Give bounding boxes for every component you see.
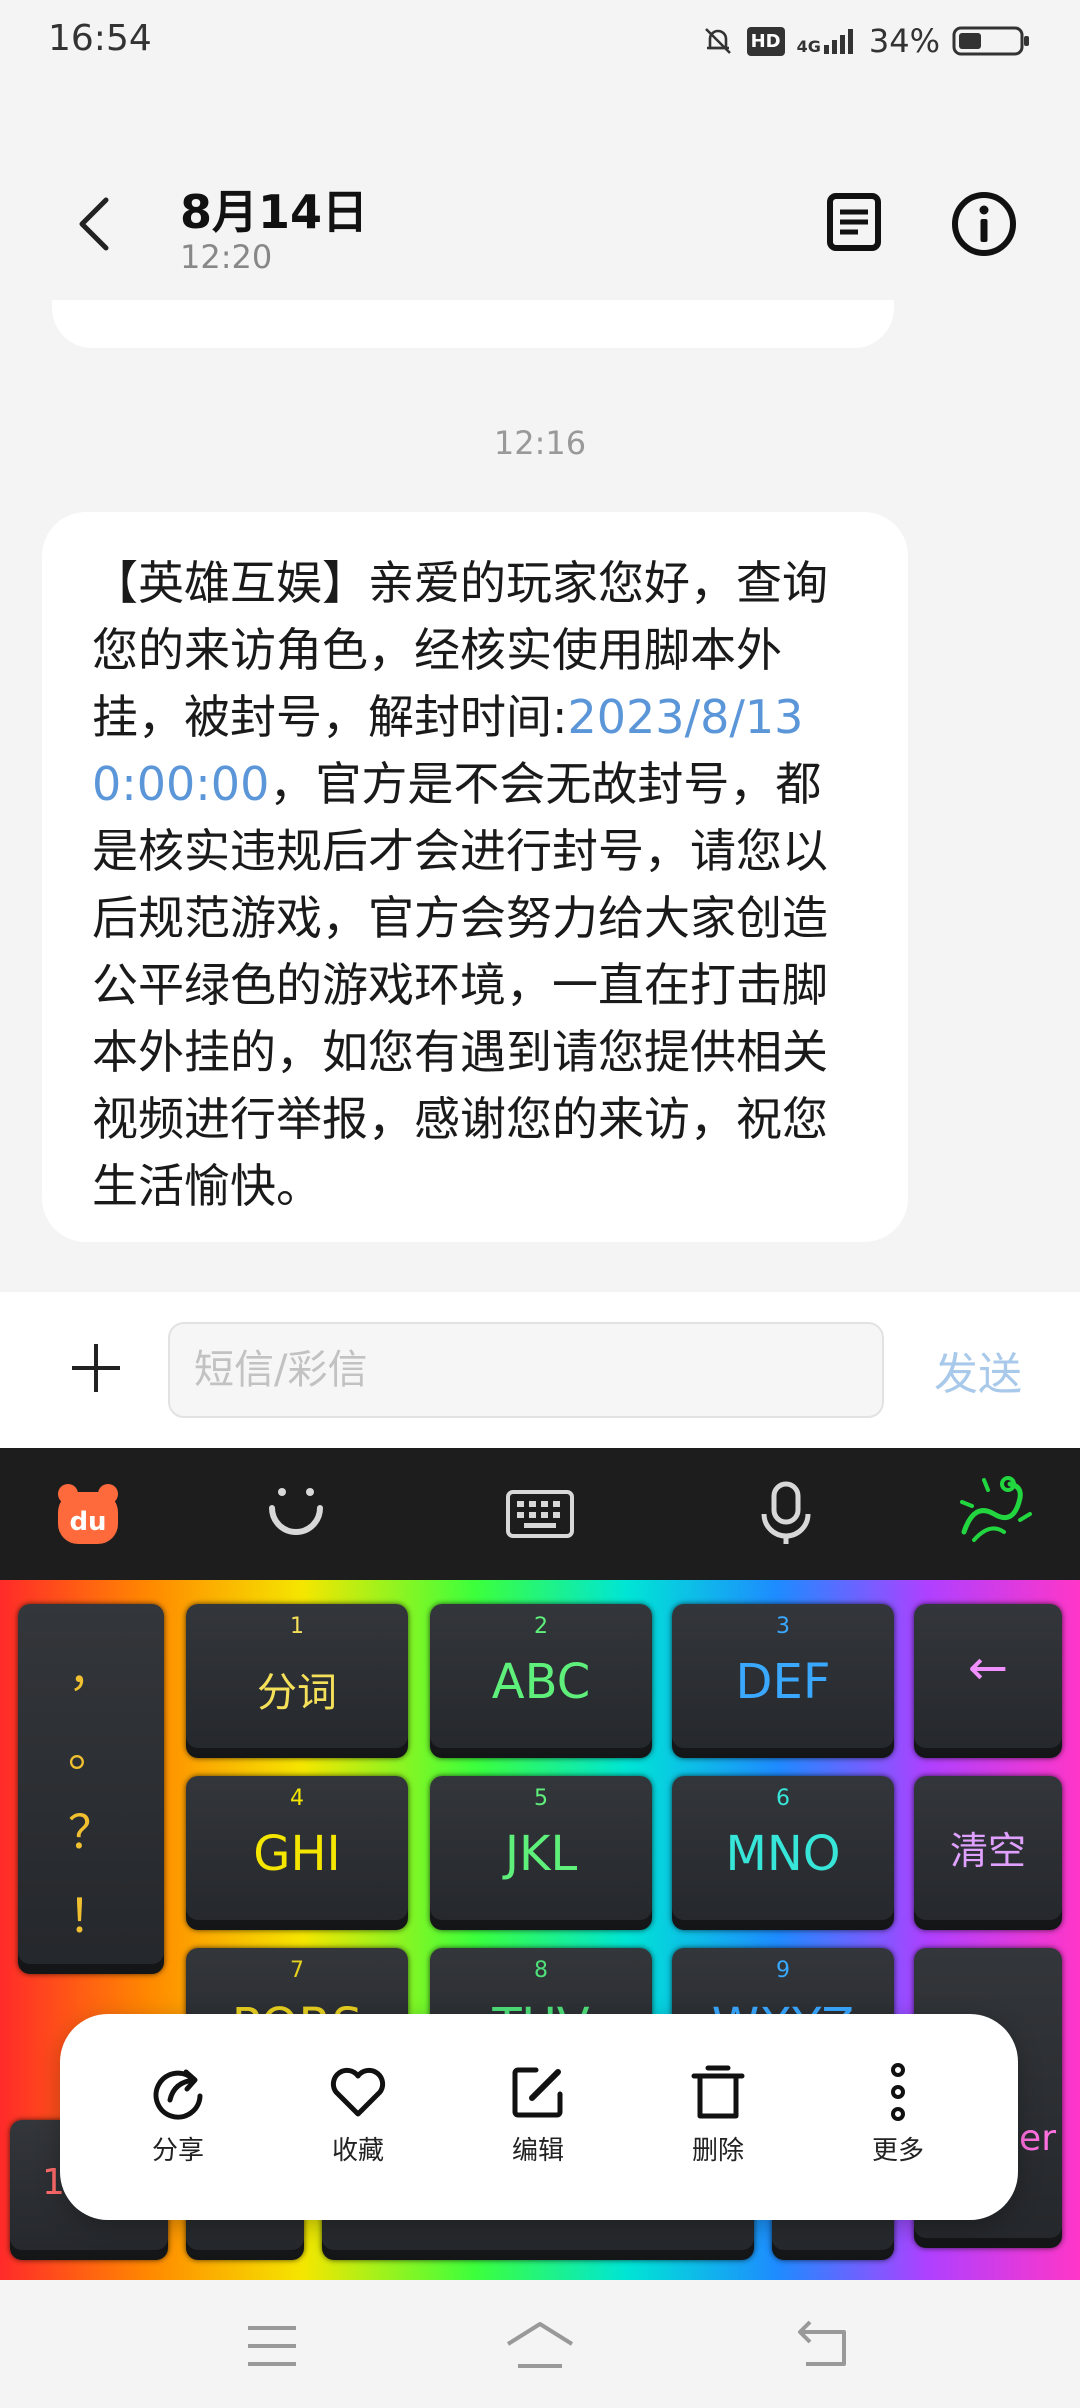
back-button[interactable] (70, 190, 122, 258)
heart-icon (330, 2067, 386, 2117)
edit-icon (512, 2067, 563, 2118)
favorite-label: 收藏 (331, 2136, 384, 2166)
message-timestamp: 12:16 (493, 424, 587, 462)
nav-home-button[interactable] (504, 2318, 576, 2374)
baidu-bear-icon: du (58, 1484, 118, 1544)
network-indicator: 4G (797, 27, 857, 55)
more-action[interactable]: 更多 (838, 2062, 958, 2167)
message-bubble[interactable]: 【英雄互娱】亲爱的玩家您好，查询您的来访角色，经核实使用脚本外挂，被封号，解封时… (42, 512, 908, 1242)
trash-icon (691, 2065, 745, 2119)
snake-logo-icon (960, 1476, 1032, 1542)
key-number: 2 (534, 1614, 548, 1639)
key-number: 8 (534, 1958, 548, 1983)
key-2[interactable]: 2 ABC (430, 1604, 652, 1758)
key-question[interactable]: ？ (18, 1796, 164, 1862)
svg-text:du: du (69, 1507, 106, 1537)
favorite-action[interactable]: 收藏 (298, 2062, 418, 2167)
key-6[interactable]: 6 MNO (672, 1776, 894, 1930)
previous-message-bubble (52, 300, 894, 348)
message-action-bar: 分享 收藏 编辑 删除 更多 (60, 2014, 1018, 2220)
key-number: 7 (290, 1958, 304, 1983)
key-label: DEF (735, 1654, 831, 1710)
key-5[interactable]: 5 JKL (430, 1776, 652, 1930)
battery-percent: 34% (868, 22, 940, 60)
emoji-icon (269, 1488, 323, 1535)
key-label: ABC (491, 1654, 591, 1710)
share-icon (153, 2069, 203, 2120)
key-number: 3 (776, 1614, 790, 1639)
document-icon (827, 193, 881, 251)
edit-action[interactable]: 编辑 (478, 2062, 598, 2167)
share-label: 分享 (151, 2136, 204, 2166)
backspace-icon: ← (967, 1640, 1009, 1696)
home-icon (506, 2322, 574, 2368)
network-type: 4G (796, 37, 821, 56)
status-bar: 16:54 HD 4G 34% (0, 0, 1080, 84)
conversation-subtitle: 12:20 (180, 238, 273, 276)
message-text-end: ，官方是不会无故封号，都是核实违规后才会进行封号，请您以后规范游戏，官方会努力给… (92, 757, 828, 1213)
info-button[interactable] (950, 190, 1018, 258)
key-label: MNO (725, 1826, 841, 1882)
status-time: 16:54 (48, 18, 152, 59)
return-icon (798, 2320, 846, 2366)
nav-back-button[interactable] (792, 2318, 856, 2374)
nav-menu-button[interactable] (240, 2318, 304, 2374)
key-label: GHI (253, 1826, 341, 1882)
clear-key[interactable]: 清空 (914, 1776, 1062, 1930)
key-number: 5 (534, 1786, 548, 1811)
key-label: JKL (504, 1826, 578, 1882)
more-icon (891, 2063, 905, 2121)
key-comma[interactable]: ， (18, 1634, 164, 1700)
notes-button[interactable] (822, 190, 886, 254)
microphone-icon (761, 1481, 811, 1544)
key-label: 分词 (257, 1670, 337, 1716)
theme-logo[interactable] (944, 1462, 1040, 1558)
plus-icon (72, 1344, 120, 1392)
conversation-header: 8月14日 12:20 (0, 150, 1080, 290)
key-3[interactable]: 3 DEF (672, 1604, 894, 1758)
edit-label: 编辑 (511, 2136, 564, 2166)
more-label: 更多 (871, 2136, 924, 2166)
keyboard-icon (506, 1490, 574, 1538)
key-4[interactable]: 4 GHI (186, 1776, 408, 1930)
attach-button[interactable] (66, 1338, 126, 1398)
system-nav-bar (0, 2280, 1080, 2408)
signal-icon (823, 29, 853, 54)
punctuation-column[interactable]: ， 。 ？ ！ (18, 1604, 164, 1974)
message-text: 【英雄互娱】亲爱的玩家您好，查询您的来访角色，经核实使用脚本外挂，被封号，解封时… (92, 550, 862, 1220)
status-icons: HD 4G 34% (701, 22, 1032, 60)
send-button[interactable]: 发送 (934, 1338, 1022, 1402)
message-input[interactable] (168, 1322, 884, 1418)
keyboard-toolbar: du (0, 1448, 1080, 1580)
backspace-key[interactable]: ← (914, 1604, 1062, 1758)
chevron-left-icon (79, 197, 109, 251)
share-action[interactable]: 分享 (118, 2062, 238, 2167)
mute-bell-icon (704, 28, 731, 54)
emoji-button[interactable] (260, 1478, 332, 1550)
key-number: 9 (776, 1958, 790, 1983)
voice-input-button[interactable] (750, 1478, 822, 1550)
delete-label: 删除 (691, 2136, 744, 2166)
hd-badge: HD (746, 26, 785, 56)
keyboard-switch-button[interactable] (504, 1478, 576, 1550)
clear-label: 清空 (949, 1829, 1026, 1873)
key-number: 6 (776, 1786, 790, 1811)
delete-action[interactable]: 删除 (658, 2062, 778, 2167)
menu-icon (248, 2326, 296, 2366)
info-icon (952, 192, 1016, 256)
keyboard-logo-button[interactable]: du (52, 1478, 124, 1550)
key-exclaim[interactable]: ！ (18, 1880, 164, 1946)
key-number: 4 (290, 1786, 304, 1811)
battery-icon (952, 26, 1029, 56)
key-1[interactable]: 1 分词 (186, 1604, 408, 1758)
composer-bar: 发送 (0, 1292, 1080, 1448)
key-period[interactable]: 。 (18, 1714, 164, 1780)
conversation-title: 8月14日 (180, 185, 369, 239)
key-number: 1 (290, 1614, 304, 1639)
